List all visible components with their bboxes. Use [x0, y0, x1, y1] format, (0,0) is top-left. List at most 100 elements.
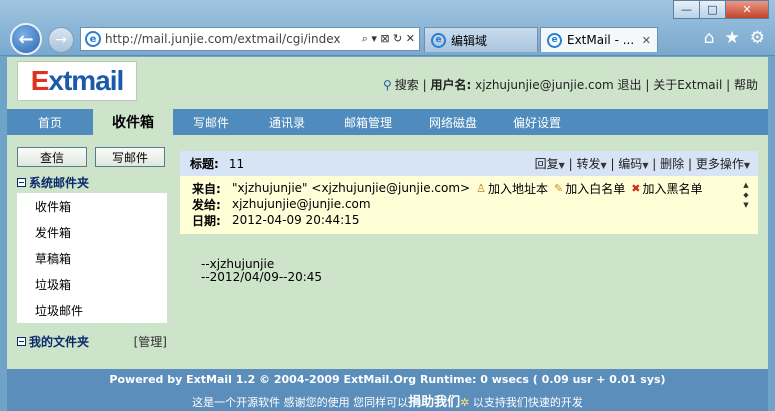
menu-compose[interactable]: 写邮件 [173, 109, 249, 135]
ie-page-icon: e [85, 31, 101, 47]
browser-chrome: — □ ✕ ← → e http://mail.junjie.com/extma… [0, 0, 775, 56]
forward-button[interactable]: → [48, 27, 74, 53]
home-icon[interactable]: ⌂ [704, 28, 715, 48]
username: xjzhujunjie@junjie.com [475, 78, 614, 92]
my-folders-title[interactable]: 我的文件夹 [17, 333, 89, 350]
add-addressbook-link[interactable]: ♙ 加入地址本 [476, 180, 548, 197]
subject-text: 11 [228, 156, 245, 171]
username-label: 用户名: [430, 78, 472, 92]
extmail-logo: Extmail [17, 61, 137, 101]
cross-icon: ✖ [631, 181, 641, 195]
logout-link[interactable]: 退出 [618, 78, 642, 92]
webmail-page: Extmail ⚲ 搜索 | 用户名: xjzhujunjie@junjie.co… [7, 57, 768, 411]
sidebar-buttons: 查信 写邮件 [17, 147, 167, 167]
menu-mailbox-manage[interactable]: 邮箱管理 [325, 109, 411, 135]
message-subject-bar: 标题: 11 回复▼ | 转发▼ | 编码▼ | 删除 | 更多操作▼ [180, 151, 758, 176]
person-icon: ♙ [476, 181, 486, 195]
browser-toolbar-icons: ⌂ ★ ⚙ [704, 28, 765, 48]
donate-link[interactable]: 捐助我们 [408, 395, 460, 410]
user-bar: ⚲ 搜索 | 用户名: xjzhujunjie@junjie.com 退出 | 关… [382, 78, 758, 92]
help-link[interactable]: 帮助 [734, 78, 758, 92]
reply-button[interactable]: 回复▼ [535, 157, 565, 171]
back-arrow-icon: ← [18, 28, 34, 50]
more-actions-button[interactable]: 更多操作▼ [696, 157, 750, 171]
about-link[interactable]: 关于Extmail [653, 78, 722, 92]
star-icon[interactable]: ★ [725, 28, 740, 48]
tab-extmail[interactable]: e ExtMail - ... ✕ [540, 27, 658, 52]
forward-button[interactable]: 转发▼ [576, 157, 606, 171]
header-scrollbar[interactable]: ▲ ◆ ▼ [740, 180, 752, 210]
to-value: xjzhujunjie@junjie.com [232, 197, 371, 211]
footer-support: 这是一个开源软件 感谢您的使用 您同样可以捐助我们✲ 以支持我们快速的开发 [192, 395, 583, 410]
folder-drafts[interactable]: 草稿箱 [17, 245, 167, 271]
system-folders-title[interactable]: 系统邮件夹 [17, 174, 167, 191]
dropdown-arrow-icon: ▼ [600, 161, 607, 170]
check-mail-button[interactable]: 查信 [17, 147, 87, 167]
collapse-icon[interactable] [17, 337, 26, 346]
page-header: Extmail ⚲ 搜索 | 用户名: xjzhujunjie@junjie.co… [7, 57, 768, 109]
main-menu: 首页 收件箱 写邮件 通讯录 邮箱管理 网络磁盘 偏好设置 [7, 109, 768, 135]
date-label: 日期: [192, 213, 221, 228]
message-actions: 回复▼ | 转发▼ | 编码▼ | 删除 | 更多操作▼ [534, 157, 750, 171]
address-url[interactable]: http://mail.junjie.com/extmail/cgi/index [105, 32, 358, 46]
menu-contacts[interactable]: 通讯录 [249, 109, 325, 135]
encoding-button[interactable]: 编码▼ [618, 157, 648, 171]
search-icon[interactable]: ⚲ [383, 78, 392, 92]
dropdown-arrow-icon: ▼ [743, 161, 750, 170]
scroll-up-icon: ▲ [743, 181, 749, 189]
tab-label: ExtMail - ... [567, 33, 635, 47]
to-label: 发给: [192, 197, 221, 212]
folder-sent[interactable]: 发件箱 [17, 219, 167, 245]
to-row: 发给: xjzhujunjie@junjie.com [192, 196, 758, 212]
delete-button[interactable]: 删除 [660, 157, 684, 171]
footer-powered-by: Powered by ExtMail 1.2 © 2004-2009 ExtMa… [109, 373, 666, 386]
ie-tab-icon: e [547, 32, 562, 48]
message-view: 标题: 11 回复▼ | 转发▼ | 编码▼ | 删除 | 更多操作▼ 来自: … [180, 151, 758, 284]
dropdown-arrow-icon: ▼ [558, 161, 565, 170]
donate-sparkle-icon: ✲ [460, 396, 470, 409]
message-body: --xjzhujunjie --2012/04/09--20:45 [180, 234, 758, 284]
address-bar[interactable]: e http://mail.junjie.com/extmail/cgi/ind… [80, 27, 420, 51]
date-row: 日期: 2012-04-09 20:44:15 [192, 212, 758, 228]
ie-tab-icon: e [431, 32, 446, 48]
manage-folders-link[interactable]: [管理] [134, 333, 167, 350]
page-footer: Powered by ExtMail 1.2 © 2004-2009 ExtMa… [7, 369, 768, 411]
tab-close-icon[interactable]: ✕ [642, 34, 651, 47]
subject-label: 标题: [190, 157, 219, 171]
folder-spam[interactable]: 垃圾邮件 [17, 297, 167, 323]
dropdown-arrow-icon: ▼ [642, 161, 649, 170]
add-blacklist-link[interactable]: ✖ 加入黑名单 [631, 180, 702, 197]
minimize-button[interactable]: — [673, 0, 700, 19]
message-header: 来自: "xjzhujunjie" <xjzhujunjie@junjie.co… [180, 176, 758, 234]
close-window-button[interactable]: ✕ [725, 0, 769, 19]
menu-home[interactable]: 首页 [7, 109, 93, 135]
compose-button[interactable]: 写邮件 [95, 147, 165, 167]
tab-edit-domain[interactable]: e 编辑域 [424, 27, 538, 52]
scroll-mid-icon: ◆ [743, 191, 749, 199]
from-value: "xjzhujunjie" <xjzhujunjie@junjie.com> [232, 181, 471, 195]
menu-netdisk[interactable]: 网络磁盘 [411, 109, 495, 135]
window-controls: — □ ✕ [673, 0, 769, 19]
back-button[interactable]: ← [10, 23, 42, 55]
from-label: 来自: [192, 181, 221, 196]
date-value: 2012-04-09 20:44:15 [232, 213, 360, 227]
address-tools[interactable]: ⌕ ▾ ⊠ ↻ ✕ [357, 32, 419, 46]
folder-list: 收件箱 发件箱 草稿箱 垃圾箱 垃圾邮件 [17, 193, 167, 323]
scroll-down-icon: ▼ [743, 201, 749, 209]
sidebar: 查信 写邮件 系统邮件夹 收件箱 发件箱 草稿箱 垃圾箱 垃圾邮件 我的文件夹 … [17, 147, 167, 350]
my-folders-row: 我的文件夹 [管理] [17, 333, 167, 350]
from-row: 来自: "xjzhujunjie" <xjzhujunjie@junjie.co… [192, 180, 758, 196]
menu-preferences[interactable]: 偏好设置 [495, 109, 579, 135]
gear-icon[interactable]: ⚙ [750, 28, 765, 48]
pencil-icon: ✎ [553, 181, 564, 195]
menu-inbox[interactable]: 收件箱 [93, 109, 173, 135]
collapse-icon[interactable] [17, 178, 26, 187]
search-link[interactable]: 搜索 [395, 78, 419, 92]
add-whitelist-link[interactable]: ✎ 加入白名单 [554, 180, 625, 197]
body-line: --2012/04/09--20:45 [201, 270, 323, 284]
folder-trash[interactable]: 垃圾箱 [17, 271, 167, 297]
forward-arrow-icon: → [55, 32, 67, 48]
tab-label: 编辑域 [451, 33, 488, 48]
maximize-button[interactable]: □ [699, 0, 726, 19]
folder-inbox[interactable]: 收件箱 [17, 193, 167, 219]
